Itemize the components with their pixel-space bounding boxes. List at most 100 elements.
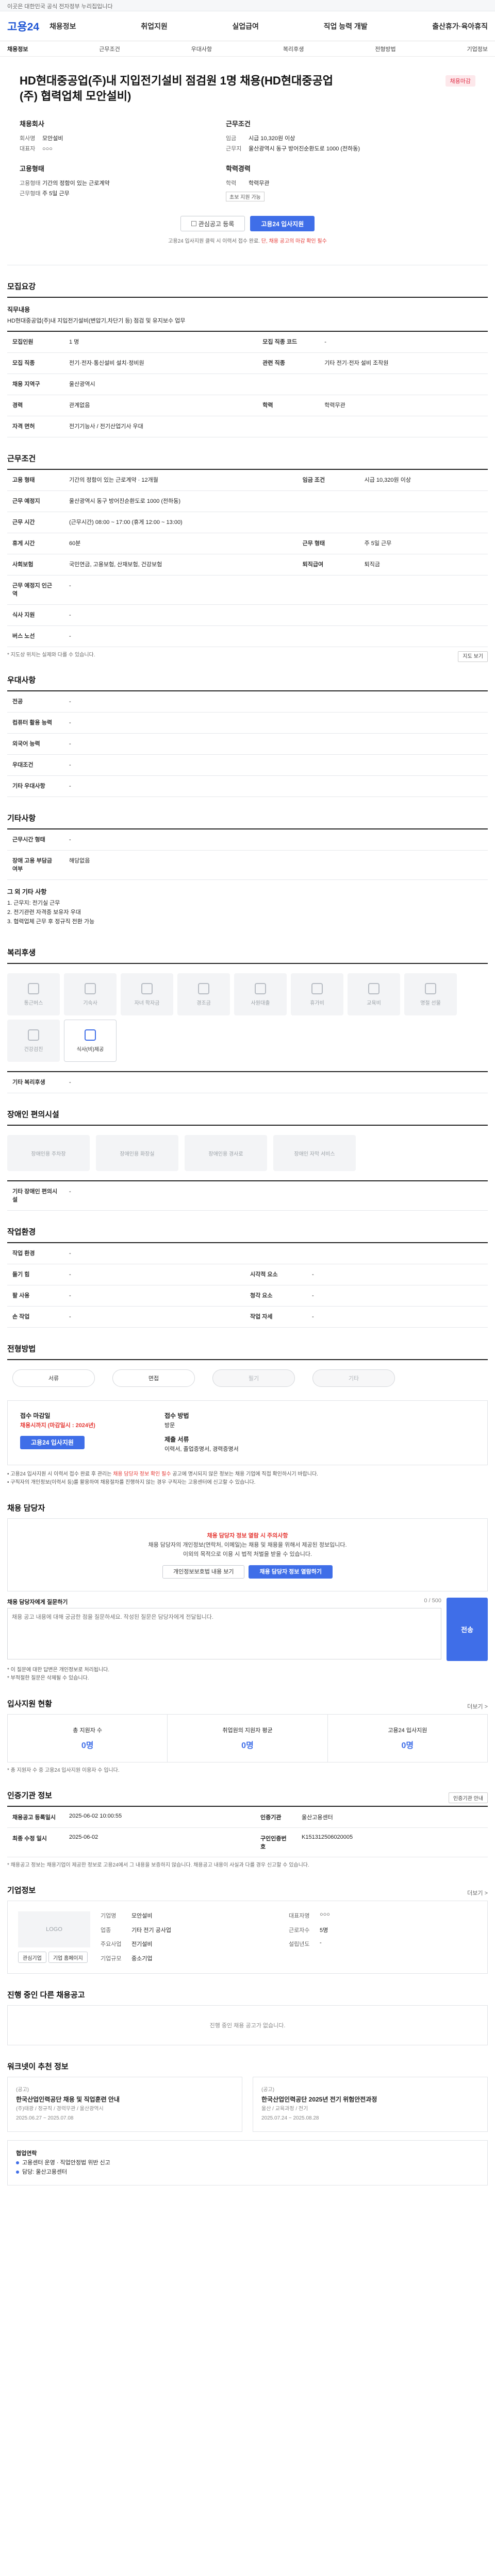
menu-unemployment-benefit[interactable]: 실업급여: [232, 21, 259, 31]
stats-more-link[interactable]: 더보기 >: [467, 1702, 488, 1710]
stat-average-label: 취업원의 지원자 평균: [222, 1727, 273, 1734]
disabled-section: 장애인 편의시설 장애인용 주차장 장애인용 화장실 장애인용 경사로 장애인 …: [7, 1109, 488, 1211]
company-ceo: ○○○: [42, 146, 53, 152]
job-desc: 직무내용 HD현대중공업(주)내 지입전기설비(변압기,차단기 등) 점검 및 …: [7, 297, 488, 331]
job-section-title: 모집요강: [7, 282, 36, 291]
info-line: 담당: 울산고용센터: [22, 2169, 68, 2175]
disabled-other-label: 기타 장애인 편의시설: [7, 1181, 64, 1211]
summary-company-heading: 채용회사: [20, 120, 44, 128]
row-value: 1 명: [64, 331, 258, 353]
row-label: 근무 예정지: [7, 490, 64, 512]
welfare-icon: [28, 1029, 39, 1041]
row-label: 자격 면허: [7, 416, 64, 437]
apply-button[interactable]: 고용24 입사지원: [250, 216, 315, 231]
apply-hint-red: 단, 채용 공고의 마감 확인 필수: [261, 239, 327, 244]
interest-button[interactable]: 관심공고 등록: [180, 216, 245, 231]
news-card[interactable]: (공고) 한국산업인력공단 2025년 전기 위험안전과정 울산 / 교육과정 …: [253, 2077, 488, 2132]
stat-online: 고용24 입사지원 0명: [328, 1715, 487, 1762]
welfare-item: 건강검진: [7, 1020, 60, 1062]
welfare-label: 경조금: [196, 1000, 211, 1006]
stat-online-value: 0명: [401, 1741, 414, 1750]
news-card[interactable]: (공고) 한국산업인력공단 채용 및 직업훈련 안내 (주)태광 / 정규직 /…: [7, 2077, 242, 2132]
view-contact-button[interactable]: 채용 담당자 정보 열람하기: [249, 1565, 333, 1579]
step-document: 서류: [12, 1369, 95, 1387]
menu-vocational-training[interactable]: 직업 능력 개발: [324, 21, 368, 31]
qna-input[interactable]: [7, 1608, 441, 1659]
welfare-label: 기숙사: [83, 1000, 97, 1006]
row-value: -: [64, 754, 488, 776]
row-value: -: [64, 575, 488, 605]
menu-employment-support[interactable]: 취업지원: [141, 21, 168, 31]
row-label: 작업 자세: [245, 1306, 307, 1328]
contact-warning: 채용 담당자 정보 열람 시 주의사항: [207, 1533, 288, 1539]
company-label: 주요사업: [101, 1941, 122, 1947]
cert-label: 인증기관: [255, 1807, 296, 1828]
tab-company[interactable]: 기업정보: [467, 45, 487, 53]
company-section-title: 기업정보: [7, 1886, 36, 1895]
row-label: 근무 예정지 인근 역: [7, 575, 64, 605]
bullet-icon: [16, 2161, 19, 2165]
company-label: 업종: [101, 1927, 111, 1934]
others-empty: 진행 중인 채용 공고가 없습니다.: [7, 2005, 488, 2045]
job-desc-head: 직무내용: [7, 306, 30, 313]
tab-preferences[interactable]: 우대사항: [191, 45, 212, 53]
apply-hint-text: 고용24 입사지원 클릭 시 이력서 접수 완료.: [168, 239, 261, 244]
site-logo[interactable]: 고용24: [7, 19, 50, 34]
etc-line: 3. 협력업체 근무 후 정규직 전환 가능: [7, 919, 95, 925]
row-value: (근무시간) 08:00 ~ 17:00 (휴게 12:00 ~ 13:00): [64, 512, 488, 533]
qna-form: 채용 담당자에게 질문하기 0 / 500 전송: [7, 1598, 488, 1661]
row-value: -: [64, 1285, 245, 1307]
warn-red: 채용 담당자 정보 확인 필수: [113, 1471, 171, 1477]
cert-note: * 채용공고 정보는 채용기업이 제공한 정보로 고용24에서 그 내용을 보증…: [7, 1862, 309, 1868]
welfare-label: 사원대출: [251, 1000, 270, 1006]
summary-form-heading: 고용형태: [20, 165, 44, 173]
row-value: -: [64, 604, 488, 626]
row-value: -: [64, 1306, 245, 1328]
row-label: 채용 지역구: [7, 374, 64, 395]
welfare-item: 식사(비)제공: [64, 1020, 117, 1062]
stat-total: 총 지원자 수 0명: [8, 1715, 168, 1762]
welfare-other-value: -: [64, 1072, 488, 1093]
row-value: 퇴직금: [359, 554, 488, 575]
summary-actions: 관심공고 등록 고용24 입사지원: [20, 216, 475, 231]
tab-recruit-info[interactable]: 채용정보: [7, 45, 28, 53]
pref-table: 전공 - 컴퓨터 활용 능력 - 외국어 능력 - 우대조건 - 기타 우대사항 -: [7, 690, 488, 797]
map-button[interactable]: 지도 보기: [458, 651, 488, 662]
row-label: 근무 시간: [7, 512, 64, 533]
company-value: 중소기업: [131, 1955, 153, 1962]
work-note: 지도 보기 * 지도상 위치는 실제와 다를 수 있습니다.: [7, 651, 488, 662]
favorite-company-button[interactable]: 관심기업: [18, 1952, 46, 1963]
tab-process[interactable]: 전형방법: [375, 45, 395, 53]
tab-welfare[interactable]: 복리후생: [283, 45, 304, 53]
tab-work-conditions[interactable]: 근무조건: [99, 45, 120, 53]
qna-notes: * 이 질문에 대한 답변은 개인정보로 처리됩니다. * 부적절한 질문은 삭…: [7, 1666, 488, 1683]
company-homepage-button[interactable]: 기업 홈페이지: [48, 1952, 88, 1963]
apply-method: 접수 방법 방문 제출 서류 이력서, 졸업증명서, 경력증명서: [164, 1411, 288, 1454]
cert-value: 2025-06-02: [64, 1828, 255, 1857]
company-more-link[interactable]: 더보기 >: [467, 1889, 488, 1897]
stat-average-value: 0명: [241, 1741, 254, 1750]
apply-button-2[interactable]: 고용24 입사지원: [20, 1436, 85, 1449]
summary-grid: 채용회사 회사명 모안설비 대표자 ○○○ 고용형태 고용형태 기간의 정함이 있는 …: [20, 118, 475, 202]
row-label: 청각 요소: [245, 1285, 307, 1307]
info-box-title: 협업연락: [16, 2150, 37, 2157]
menu-parental-leave[interactable]: 출산휴가·육아휴직: [432, 21, 488, 31]
work-section-title: 근무조건: [7, 454, 36, 463]
privacy-law-button[interactable]: 개인정보보호법 내용 보기: [162, 1565, 245, 1579]
news-card-title: 한국산업인력공단 2025년 전기 위험안전과정: [261, 2096, 377, 2103]
form-value: 기간의 정함이 있는 근로계약: [42, 180, 110, 187]
docs-value: 이력서, 졸업증명서, 경력증명서: [164, 1446, 239, 1452]
row-label: 근무 형태: [297, 533, 359, 554]
qna-send-button[interactable]: 전송: [447, 1598, 488, 1661]
cert-info-button[interactable]: 인증기관 안내: [449, 1792, 488, 1803]
row-value: -: [64, 625, 488, 647]
menu-jobs[interactable]: 채용정보: [50, 21, 76, 31]
contact-section-title: 채용 담당자: [7, 1504, 45, 1513]
row-value: -: [307, 1285, 488, 1307]
warn-text-3: 구직자의 개인정보(이력서 등)를 활용하여 채용절차를 진행하지 않는 경우 …: [10, 1480, 256, 1485]
company-name-label: 회사명: [20, 135, 36, 142]
env-table: 작업 환경 - 들기 힘 - 시각적 요소 - 팔 사용 - 청각 요소 - 손 작업 - 작업 자세 -: [7, 1242, 488, 1328]
apply-warnings: • 고용24 입사지원 시 이력서 접수 완료 후 관리는 채용 담당자 정보 …: [7, 1471, 318, 1485]
row-value: 주 5일 근무: [359, 533, 488, 554]
stats-section: 입사지원 현황 더보기 > 총 지원자 수 0명 취업원의 지원자 평균 0명 고용2…: [7, 1698, 488, 1774]
